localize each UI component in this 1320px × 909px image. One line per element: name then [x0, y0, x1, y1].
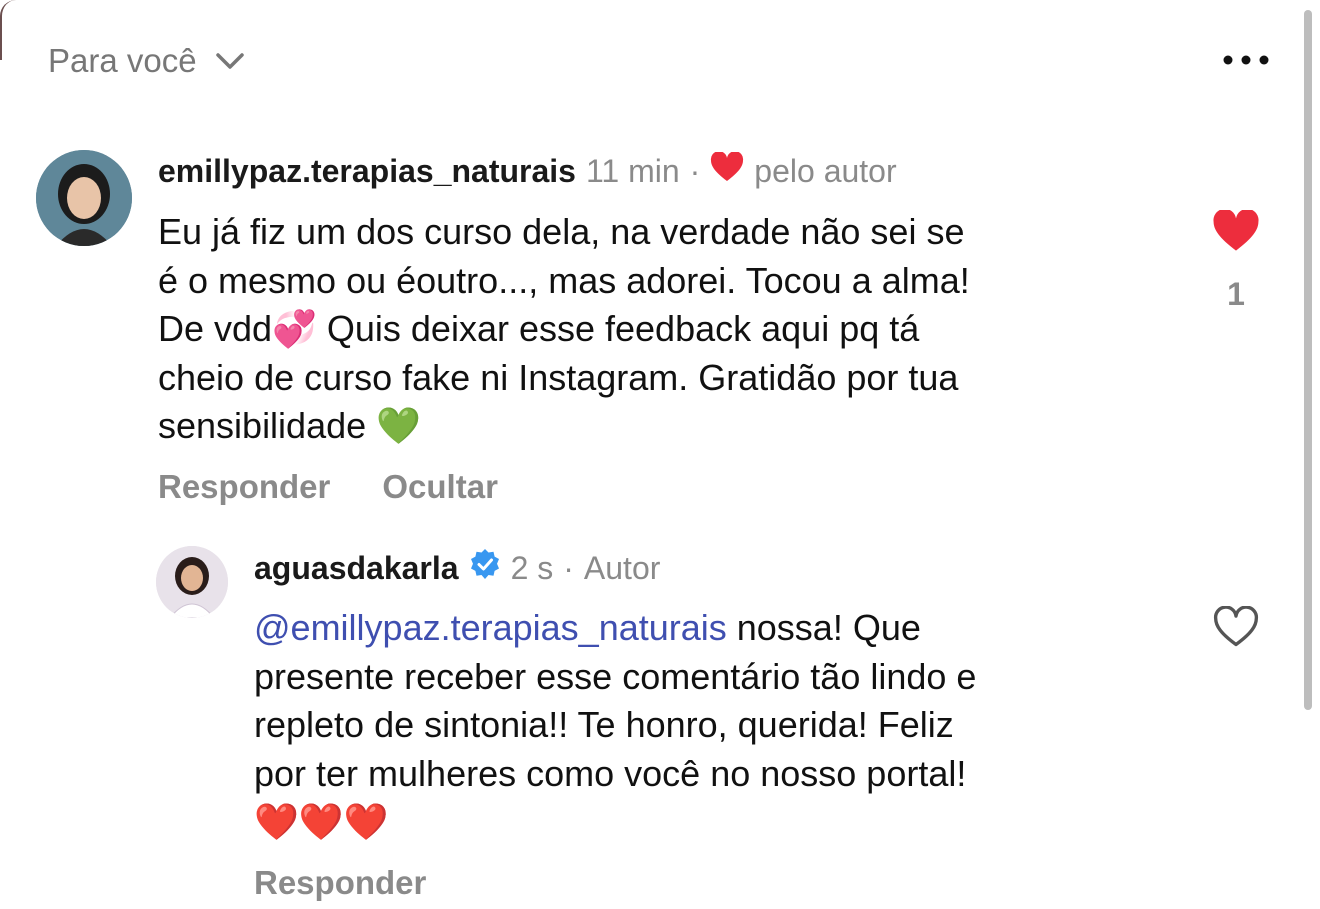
- comments-sheet: Para você emillypaz.terapias_naturais 11…: [0, 0, 1320, 909]
- comment-line: repleto de sintonia!! Te honro, querida!…: [254, 704, 954, 745]
- sort-dropdown[interactable]: Para você: [48, 38, 245, 84]
- avatar[interactable]: [36, 150, 132, 246]
- heart-filled-icon: [1213, 210, 1259, 251]
- heart-filled-icon: [710, 151, 744, 190]
- meta-separator: ·: [689, 152, 701, 189]
- more-horizontal-icon: [1223, 55, 1269, 65]
- comment-line: @emillypaz.terapias_naturais nossa! Que: [254, 604, 1174, 653]
- hide-button[interactable]: Ocultar: [382, 468, 498, 506]
- comment-line: Eu já fiz um dos curso dela, na verdade …: [158, 211, 965, 252]
- comment-time: 11 min: [585, 152, 680, 189]
- liked-by-author-label: pelo autor: [754, 152, 897, 189]
- sort-label: Para você: [48, 42, 197, 79]
- meta-separator: ·: [563, 549, 574, 586]
- comment-line: De vdd💞 Quis deixar esse feedback aqui p…: [158, 308, 920, 349]
- chevron-down-icon: [215, 52, 245, 70]
- verified-badge-icon: [469, 548, 501, 588]
- comment-body: Eu já fiz um dos curso dela, na verdade …: [158, 208, 1168, 451]
- comment-time: 2 s: [510, 549, 554, 586]
- scrollbar[interactable]: [1304, 10, 1312, 710]
- comment-line: presente receber esse comentário tão lin…: [254, 655, 977, 697]
- comment-username[interactable]: aguasdakarla: [254, 550, 459, 587]
- reply-button[interactable]: Responder: [254, 864, 426, 902]
- sheet-edge: [0, 0, 16, 60]
- comment-username[interactable]: emillypaz.terapias_naturais: [158, 153, 576, 190]
- avatar[interactable]: [156, 546, 228, 618]
- comment-line: ❤️❤️❤️: [254, 801, 389, 842]
- comment-body: @emillypaz.terapias_naturais nossa! Que …: [254, 604, 1174, 847]
- more-options-button[interactable]: [1220, 44, 1272, 76]
- mention-link[interactable]: @emillypaz.terapias_naturais: [254, 607, 727, 648]
- comment-line: cheio de curso fake ni Instagram. Gratid…: [158, 356, 959, 398]
- heart-outline-icon: [1214, 606, 1258, 647]
- comment-line: é o mesmo ou éoutro..., mas adorei. Toco…: [158, 259, 970, 301]
- comment-line-text: nossa! Que: [726, 607, 921, 648]
- reply-button[interactable]: Responder: [158, 468, 330, 506]
- like-button[interactable]: [1210, 606, 1262, 648]
- like-count: 1: [1227, 276, 1245, 312]
- like-button[interactable]: 1: [1210, 210, 1262, 313]
- comment-line: sensibilidade 💚: [158, 405, 421, 446]
- author-label: Autor: [583, 549, 661, 586]
- comment-line: por ter mulheres como você no nosso port…: [254, 752, 967, 794]
